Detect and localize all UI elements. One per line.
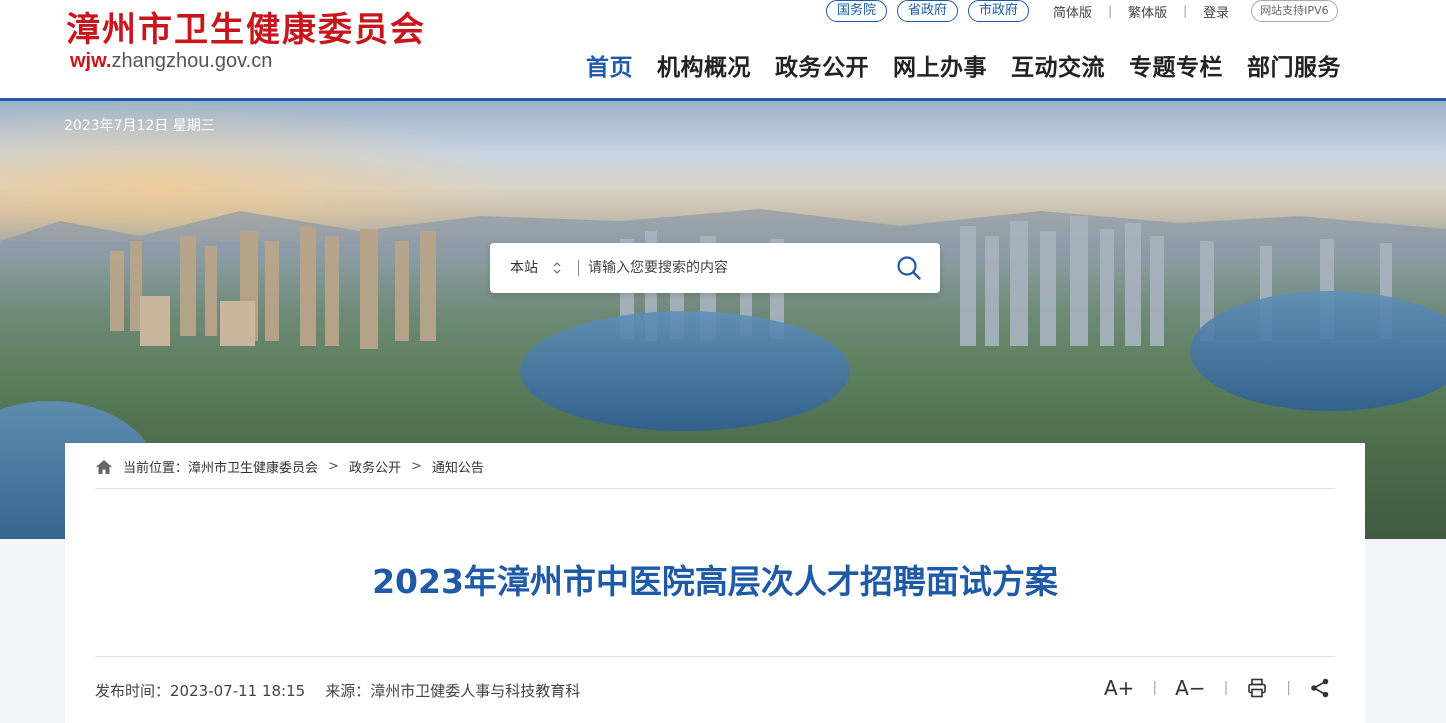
breadcrumb: 当前位置： 漳州市卫生健康委员会 > 政务公开 > 通知公告: [95, 457, 484, 476]
publish-time-label: 发布时间：: [95, 682, 171, 700]
lake-left: [520, 311, 850, 431]
topbar-separator: |: [1108, 4, 1113, 18]
nav-item-interaction[interactable]: 互动交流: [1011, 48, 1105, 82]
site-title[interactable]: 漳州市卫生健康委员会: [66, 2, 426, 51]
article-title: 2023年漳州市中医院高层次人才招聘面试方案: [372, 562, 1058, 601]
breadcrumb-item-home[interactable]: 漳州市卫生健康委员会: [188, 457, 318, 476]
publish-time: 2023-07-11 18:15: [170, 682, 306, 700]
font-decrease-button[interactable]: A−: [1175, 673, 1205, 703]
site-url: wjw.zhangzhou.gov.cn: [70, 50, 272, 73]
lake-right: [1190, 291, 1446, 411]
site-url-domain: zhangzhou.gov.cn: [111, 50, 273, 72]
article-tools: A+ | A− | |: [1104, 673, 1331, 703]
tool-separator: |: [1152, 680, 1158, 696]
link-provincial-gov[interactable]: 省政府: [897, 0, 959, 22]
breadcrumb-separator: >: [410, 459, 422, 474]
breadcrumb-label: 当前位置：: [123, 461, 189, 476]
article-meta: 发布时间：2023-07-11 18:15 来源：漳州市卫健委人事与科技教育科: [95, 680, 580, 701]
share-button[interactable]: [1309, 673, 1331, 703]
nav-item-organization[interactable]: 机构概况: [657, 48, 751, 82]
print-button[interactable]: [1246, 673, 1268, 703]
current-date: 2023年7月12日 星期三: [64, 118, 215, 134]
search-input[interactable]: [588, 253, 878, 283]
nav-item-gov-affairs[interactable]: 政务公开: [775, 48, 869, 82]
search-box: 本站: [490, 243, 940, 293]
breadcrumb-item-notices[interactable]: 通知公告: [432, 457, 484, 476]
tool-separator: |: [1223, 680, 1229, 696]
nav-item-special-topics[interactable]: 专题专栏: [1129, 48, 1223, 82]
source-label: 来源：: [325, 682, 371, 700]
search-icon[interactable]: [896, 255, 922, 281]
ipv6-badge: 网站支持IPV6: [1251, 0, 1338, 22]
nav-item-home[interactable]: 首页: [586, 48, 633, 82]
topbar-separator: |: [1183, 4, 1188, 18]
search-divider: [578, 260, 579, 276]
nav-item-online-services[interactable]: 网上办事: [893, 48, 987, 82]
breadcrumb-item-gov-affairs[interactable]: 政务公开: [349, 457, 401, 476]
main-nav: 首页 机构概况 政务公开 网上办事 互动交流 专题专栏 部门服务: [586, 48, 1365, 82]
search-scope-select[interactable]: 本站: [510, 243, 538, 293]
tool-separator: |: [1286, 680, 1291, 696]
link-login[interactable]: 登录: [1203, 2, 1229, 21]
share-icon: [1311, 678, 1329, 698]
article-card: 当前位置： 漳州市卫生健康委员会 > 政务公开 > 通知公告 2023年漳州市中…: [65, 443, 1365, 723]
printer-icon: [1248, 678, 1267, 698]
site-url-prefix: wjw.: [70, 50, 112, 72]
updown-chevron-icon[interactable]: [552, 260, 562, 276]
font-increase-button[interactable]: A+: [1104, 673, 1134, 703]
meta-divider: [95, 656, 1335, 657]
site-header: 漳州市卫生健康委员会 wjw.zhangzhou.gov.cn 国务院 省政府 …: [0, 0, 1446, 100]
link-city-gov[interactable]: 市政府: [968, 0, 1030, 22]
breadcrumb-divider: [95, 488, 1335, 489]
home-icon[interactable]: [95, 459, 113, 475]
nav-item-department-services[interactable]: 部门服务: [1247, 48, 1341, 82]
link-state-council[interactable]: 国务院: [826, 0, 888, 22]
breadcrumb-separator: >: [328, 459, 339, 474]
source-value: 漳州市卫健委人事与科技教育科: [370, 682, 581, 700]
link-traditional[interactable]: 繁体版: [1128, 2, 1167, 21]
link-simplified[interactable]: 简体版: [1053, 2, 1092, 21]
top-bar: 国务院 省政府 市政府 简体版 | 繁体版 | 登录 网站支持IPV6: [826, 0, 1338, 22]
